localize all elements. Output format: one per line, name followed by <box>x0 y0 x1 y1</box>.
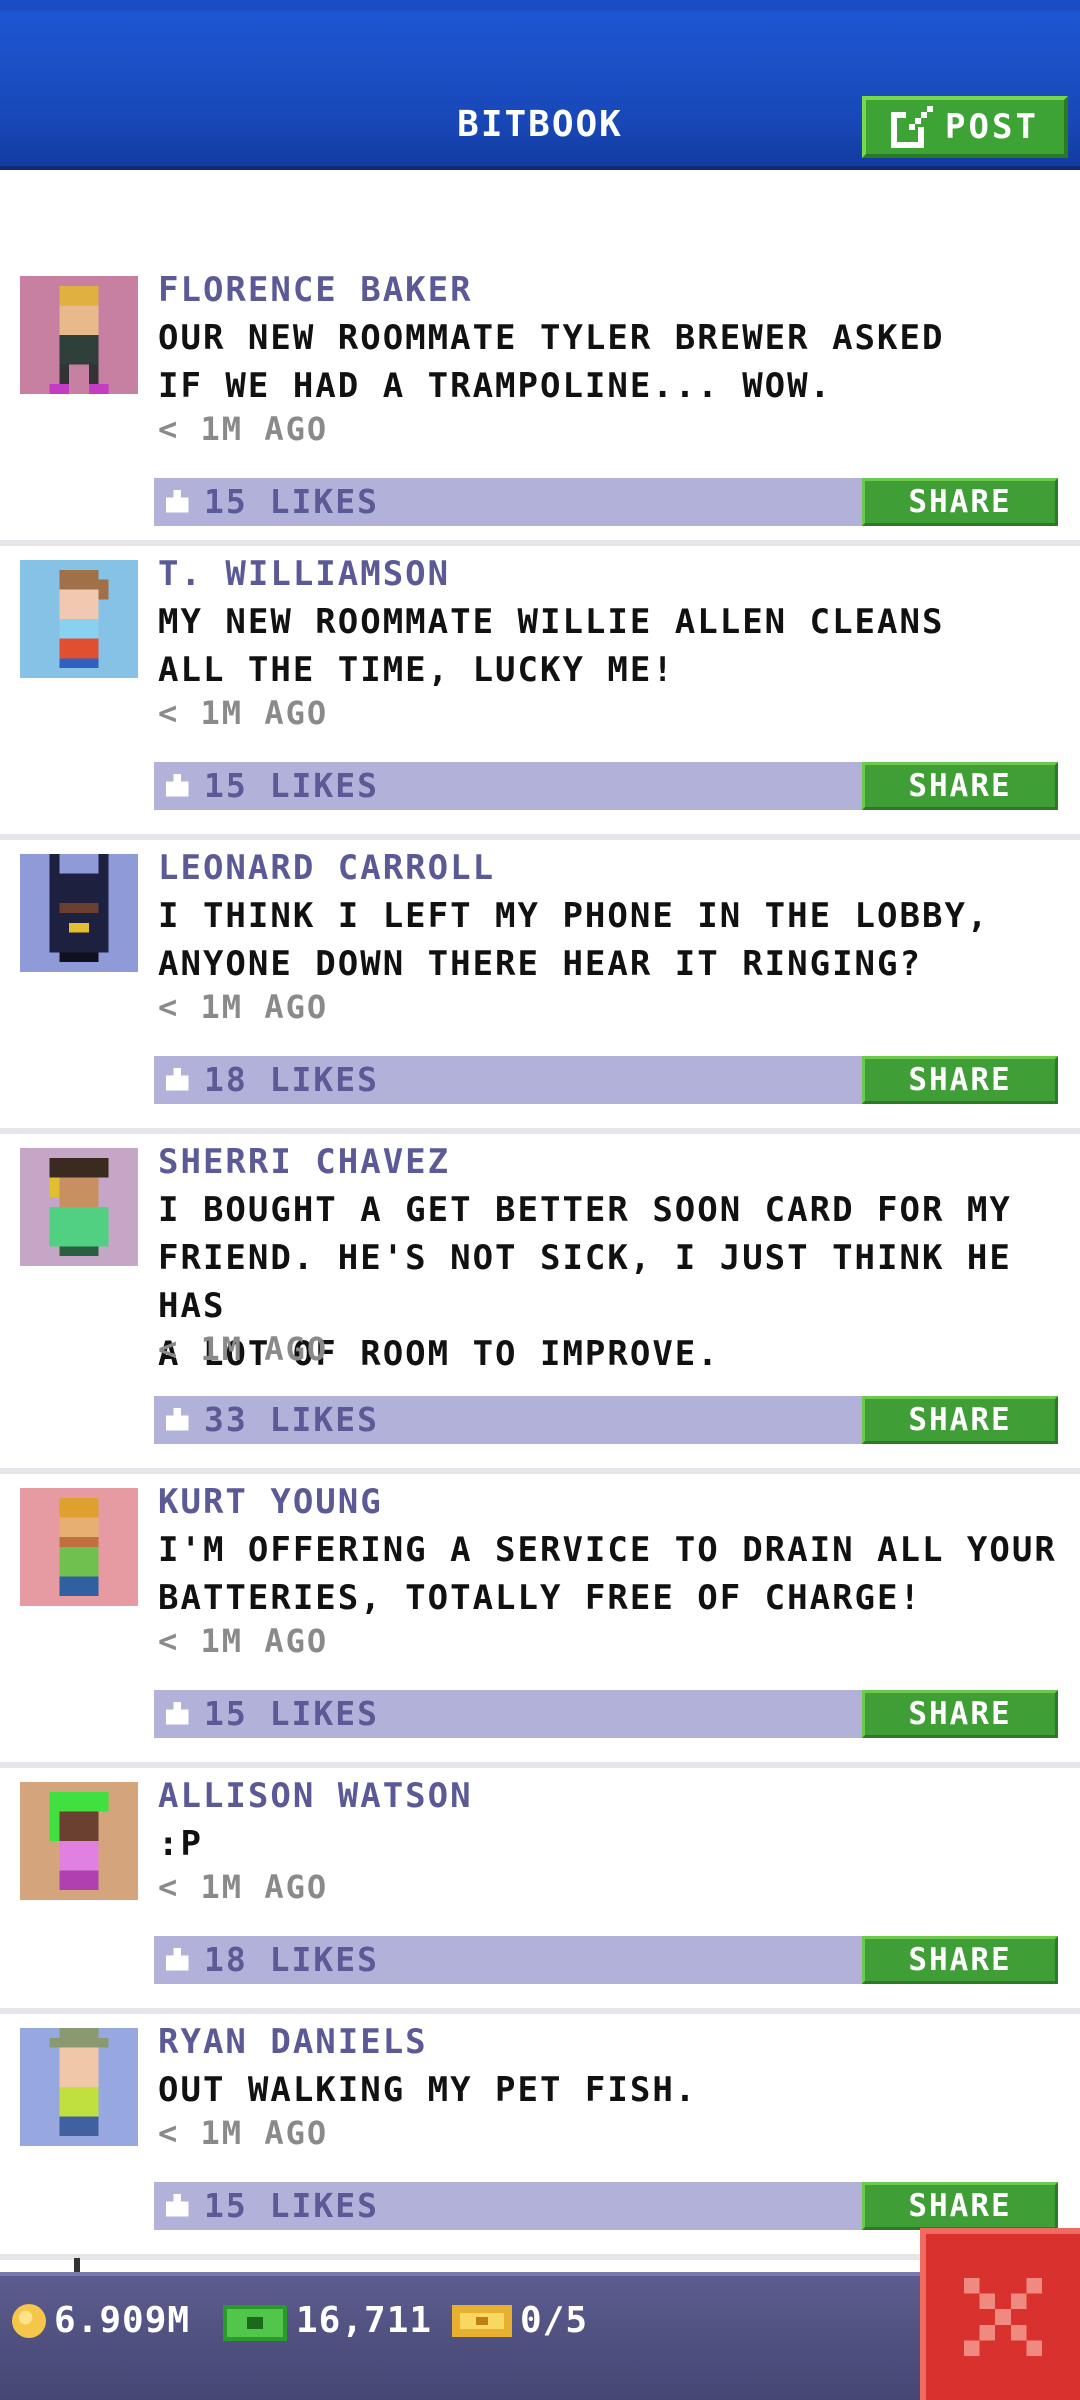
post-time: < 1M AGO <box>158 694 329 732</box>
post-author[interactable]: ALLISON WATSON <box>158 1776 473 1816</box>
compose-icon <box>891 106 934 148</box>
bitbook-screen: BITBOOK POST FLORENCE BAKER OUR NEW ROOM… <box>0 0 1080 2400</box>
feed-post: LEONARD CARROLL I THINK I LEFT MY PHONE … <box>0 840 1080 1134</box>
post-author[interactable]: T. WILLIAMSON <box>158 554 450 594</box>
header-bar: BITBOOK POST <box>0 0 1080 170</box>
avatar[interactable] <box>20 2028 138 2146</box>
post-time: < 1M AGO <box>158 1330 329 1368</box>
coins-stat: 6.909M <box>12 2300 190 2341</box>
thumbs-up-icon[interactable] <box>162 2190 192 2220</box>
post-author[interactable]: LEONARD CARROLL <box>158 848 495 888</box>
person-avatar-icon <box>49 1157 109 1257</box>
share-button[interactable]: SHARE <box>862 1936 1058 1984</box>
share-button[interactable]: SHARE <box>862 1690 1058 1738</box>
like-count: 18 LIKES <box>204 1940 379 1979</box>
ticket-icon <box>452 2304 512 2337</box>
person-avatar-icon <box>49 285 109 394</box>
share-button[interactable]: SHARE <box>862 1056 1058 1104</box>
post-time: < 1M AGO <box>158 1868 329 1906</box>
scroll-indicator <box>74 2258 80 2272</box>
bottom-status-bar: 6.909M 16,711 0/5 <box>0 2272 1080 2400</box>
like-bar: 18 LIKES SHARE <box>154 1936 1058 1984</box>
feed-post: ALLISON WATSON :P < 1M AGO 18 LIKES SHAR… <box>0 1768 1080 2014</box>
post-text: OUT WALKING MY PET FISH. <box>158 2070 698 2110</box>
thumbs-up-icon[interactable] <box>162 1698 192 1728</box>
like-count: 15 LIKES <box>204 1694 379 1733</box>
post-feed[interactable]: FLORENCE BAKER OUR NEW ROOMMATE TYLER BR… <box>0 262 1080 2260</box>
post-button[interactable]: POST <box>862 96 1068 158</box>
avatar[interactable] <box>20 1488 138 1606</box>
post-author[interactable]: SHERRI CHAVEZ <box>158 1142 450 1182</box>
post-text: :P <box>158 1824 203 1864</box>
post-time: < 1M AGO <box>158 988 329 1026</box>
share-button[interactable]: SHARE <box>862 478 1058 526</box>
coins-value: 6.909M <box>54 2300 191 2341</box>
tickets-stat: 0/5 <box>452 2300 588 2341</box>
share-button[interactable]: SHARE <box>862 1396 1058 1444</box>
person-avatar-icon <box>59 1497 99 1597</box>
thumbs-up-icon[interactable] <box>162 1064 192 1094</box>
like-count: 18 LIKES <box>204 1060 379 1099</box>
bux-icon <box>223 2304 287 2341</box>
person-avatar-icon <box>49 2028 109 2137</box>
post-time: < 1M AGO <box>158 2114 329 2152</box>
feed-post: KURT YOUNG I'M OFFERING A SERVICE TO DRA… <box>0 1474 1080 1768</box>
avatar[interactable] <box>20 1782 138 1900</box>
share-button[interactable]: SHARE <box>862 762 1058 810</box>
post-text: OUR NEW ROOMMATE TYLER BREWER ASKED IF W… <box>158 318 945 406</box>
feed-post: T. WILLIAMSON MY NEW ROOMMATE WILLIE ALL… <box>0 546 1080 840</box>
person-avatar-icon <box>59 569 109 669</box>
tickets-value: 0/5 <box>520 2300 589 2341</box>
bux-value: 16,711 <box>296 2300 433 2341</box>
share-button[interactable]: SHARE <box>862 2182 1058 2230</box>
like-bar: 15 LIKES SHARE <box>154 1690 1058 1738</box>
post-author[interactable]: RYAN DANIELS <box>158 2022 428 2062</box>
bux-stat: 16,711 <box>222 2300 432 2341</box>
like-count: 15 LIKES <box>204 2186 379 2225</box>
like-bar: 18 LIKES SHARE <box>154 1056 1058 1104</box>
person-avatar-icon <box>49 854 109 963</box>
avatar[interactable] <box>20 560 138 678</box>
post-button-label: POST <box>945 107 1039 147</box>
feed-post: FLORENCE BAKER OUR NEW ROOMMATE TYLER BR… <box>0 262 1080 546</box>
close-icon <box>964 2278 1042 2356</box>
like-bar: 33 LIKES SHARE <box>154 1396 1058 1444</box>
post-text: MY NEW ROOMMATE WILLIE ALLEN CLEANS ALL … <box>158 602 945 690</box>
thumbs-up-icon[interactable] <box>162 770 192 800</box>
thumbs-up-icon[interactable] <box>162 486 192 516</box>
thumbs-up-icon[interactable] <box>162 1404 192 1434</box>
thumbs-up-icon[interactable] <box>162 1944 192 1974</box>
post-author[interactable]: KURT YOUNG <box>158 1482 383 1522</box>
post-time: < 1M AGO <box>158 1622 329 1660</box>
avatar[interactable] <box>20 276 138 394</box>
like-count: 15 LIKES <box>204 766 379 805</box>
avatar[interactable] <box>20 854 138 972</box>
like-bar: 15 LIKES SHARE <box>154 478 1058 526</box>
post-text: I THINK I LEFT MY PHONE IN THE LOBBY, AN… <box>158 896 990 984</box>
post-author[interactable]: FLORENCE BAKER <box>158 270 473 310</box>
like-count: 15 LIKES <box>204 482 379 521</box>
close-button[interactable] <box>920 2228 1080 2400</box>
feed-post: SHERRI CHAVEZ I BOUGHT A GET BETTER SOON… <box>0 1134 1080 1474</box>
coin-icon <box>12 2303 46 2338</box>
post-time: < 1M AGO <box>158 410 329 448</box>
like-count: 33 LIKES <box>204 1400 379 1439</box>
like-bar: 15 LIKES SHARE <box>154 762 1058 810</box>
avatar[interactable] <box>20 1148 138 1266</box>
post-text: I'M OFFERING A SERVICE TO DRAIN ALL YOUR… <box>158 1530 1057 1618</box>
person-avatar-icon <box>49 1791 109 1891</box>
feed-post: RYAN DANIELS OUT WALKING MY PET FISH. < … <box>0 2014 1080 2260</box>
like-bar: 15 LIKES SHARE <box>154 2182 1058 2230</box>
